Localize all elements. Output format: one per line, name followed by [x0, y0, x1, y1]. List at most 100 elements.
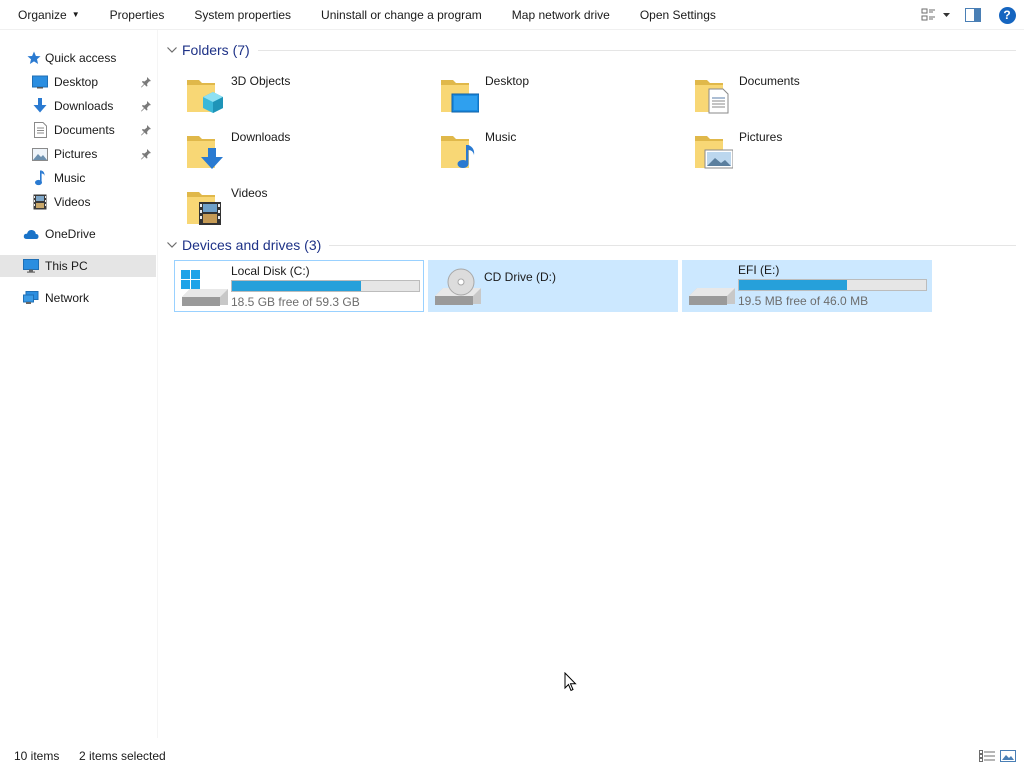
selection-count: 2 items selected	[79, 749, 166, 763]
map-network-drive-button[interactable]: Map network drive	[497, 0, 625, 30]
help-button[interactable]: ?	[990, 0, 1024, 30]
videos-folder-icon	[187, 192, 221, 225]
pane-divider[interactable]	[157, 30, 158, 738]
group-divider	[329, 244, 1016, 246]
nav-onedrive[interactable]: OneDrive	[0, 223, 156, 245]
drive-free-space: 19.5 MB free of 46.0 MB	[738, 294, 869, 308]
command-bar: Organize ▼ Properties System properties …	[0, 0, 1024, 30]
organize-button[interactable]: Organize ▼	[0, 0, 95, 30]
drive-usage-fill	[232, 281, 362, 291]
help-icon: ?	[998, 6, 1016, 24]
pin-icon	[141, 149, 151, 160]
details-view-button[interactable]	[978, 748, 996, 764]
documents-folder-icon	[695, 80, 729, 114]
network-icon	[23, 290, 39, 306]
desktop-folder-icon	[441, 80, 479, 113]
folders-group-title: Folders (7)	[182, 42, 250, 58]
folder-name: Pictures	[739, 130, 783, 144]
3d-objects-folder-icon	[187, 80, 223, 113]
nav-quick-access-label: Quick access	[45, 51, 117, 65]
large-icons-view-icon	[1000, 750, 1016, 762]
nav-videos-label: Videos	[54, 195, 91, 209]
music-icon	[32, 170, 48, 186]
drive-usage-bar	[231, 280, 420, 292]
downloads-icon	[32, 98, 48, 114]
computer-icon	[23, 258, 39, 274]
desktop-icon	[32, 74, 48, 90]
drive-name: EFI (E:)	[738, 263, 780, 277]
nav-onedrive-label: OneDrive	[45, 227, 96, 241]
onedrive-cloud-icon	[23, 226, 39, 242]
folder-3d-objects[interactable]: 3D Objects	[175, 66, 425, 118]
preview-pane-button[interactable]	[956, 0, 990, 30]
system-properties-button[interactable]: System properties	[179, 0, 306, 30]
nav-quick-access[interactable]: Quick access	[0, 47, 156, 69]
chevron-down-icon	[167, 47, 177, 53]
uninstall-program-button[interactable]: Uninstall or change a program	[306, 0, 497, 30]
folder-name: Music	[485, 130, 517, 144]
nav-network[interactable]: Network	[0, 287, 156, 309]
drive-efi-e[interactable]: EFI (E:) 19.5 MB free of 46.0 MB	[682, 260, 932, 312]
folder-name: Videos	[231, 186, 268, 200]
pictures-folder-icon	[695, 136, 733, 169]
star-icon	[26, 50, 42, 66]
change-view-button[interactable]	[916, 0, 956, 30]
view-options-icon	[921, 8, 950, 21]
properties-button[interactable]: Properties	[95, 0, 180, 30]
nav-videos[interactable]: Videos	[0, 191, 156, 213]
status-bar: 10 items 2 items selected	[0, 744, 1024, 768]
documents-icon	[32, 122, 48, 138]
open-settings-button[interactable]: Open Settings	[625, 0, 731, 30]
folder-downloads[interactable]: Downloads	[175, 122, 425, 174]
folder-desktop[interactable]: Desktop	[429, 66, 679, 118]
nav-music-label: Music	[54, 171, 86, 185]
devices-group-title: Devices and drives (3)	[182, 237, 322, 253]
drive-usage-bar	[738, 279, 927, 291]
drive-local-disk-c[interactable]: Local Disk (C:) 18.5 GB free of 59.3 GB	[174, 260, 424, 312]
chevron-down-icon: ▼	[71, 10, 80, 19]
videos-icon	[32, 194, 48, 210]
nav-desktop-label: Desktop	[54, 75, 99, 89]
nav-documents[interactable]: Documents	[0, 119, 156, 141]
drive-usage-fill	[739, 280, 848, 290]
mouse-cursor-icon	[564, 672, 577, 692]
large-icons-view-button[interactable]	[999, 748, 1017, 764]
details-view-icon	[979, 750, 995, 762]
nav-this-pc[interactable]: This PC	[0, 255, 156, 277]
pin-icon	[141, 77, 151, 88]
folder-music[interactable]: Music	[429, 122, 679, 174]
nav-downloads-label: Downloads	[54, 99, 114, 113]
windows-drive-icon	[181, 270, 228, 306]
cd-drive-icon	[435, 268, 481, 305]
folder-videos[interactable]: Videos	[175, 178, 425, 230]
item-count: 10 items	[14, 749, 60, 763]
drive-name: CD Drive (D:)	[484, 270, 556, 284]
drive-free-space: 18.5 GB free of 59.3 GB	[231, 295, 360, 309]
nav-pictures[interactable]: Pictures	[0, 143, 156, 165]
folder-name: Desktop	[485, 74, 530, 88]
drive-cd-d[interactable]: CD Drive (D:)	[428, 260, 678, 312]
downloads-folder-icon	[187, 136, 223, 169]
nav-desktop[interactable]: Desktop	[0, 71, 156, 93]
folder-pictures[interactable]: Pictures	[683, 122, 933, 174]
folders-group-header[interactable]: Folders (7)	[166, 40, 1016, 60]
pin-icon	[141, 125, 151, 136]
folder-documents[interactable]: Documents	[683, 66, 933, 118]
nav-this-pc-label: This PC	[45, 259, 88, 273]
chevron-down-icon	[167, 242, 177, 248]
pictures-icon	[32, 146, 48, 162]
folder-name: Downloads	[231, 130, 291, 144]
nav-documents-label: Documents	[54, 123, 115, 137]
preview-pane-icon	[965, 8, 981, 22]
navigation-pane: Quick access Desktop Downloads Documents…	[0, 40, 157, 740]
hard-drive-icon	[689, 288, 735, 305]
nav-network-label: Network	[45, 291, 90, 305]
organize-label: Organize	[18, 7, 67, 22]
devices-group-header[interactable]: Devices and drives (3)	[166, 235, 1016, 255]
command-bar-right: ?	[916, 0, 1024, 30]
nav-music[interactable]: Music	[0, 167, 156, 189]
nav-pictures-label: Pictures	[54, 147, 98, 161]
folder-name: 3D Objects	[231, 74, 291, 88]
nav-downloads[interactable]: Downloads	[0, 95, 156, 117]
group-divider	[257, 49, 1016, 51]
